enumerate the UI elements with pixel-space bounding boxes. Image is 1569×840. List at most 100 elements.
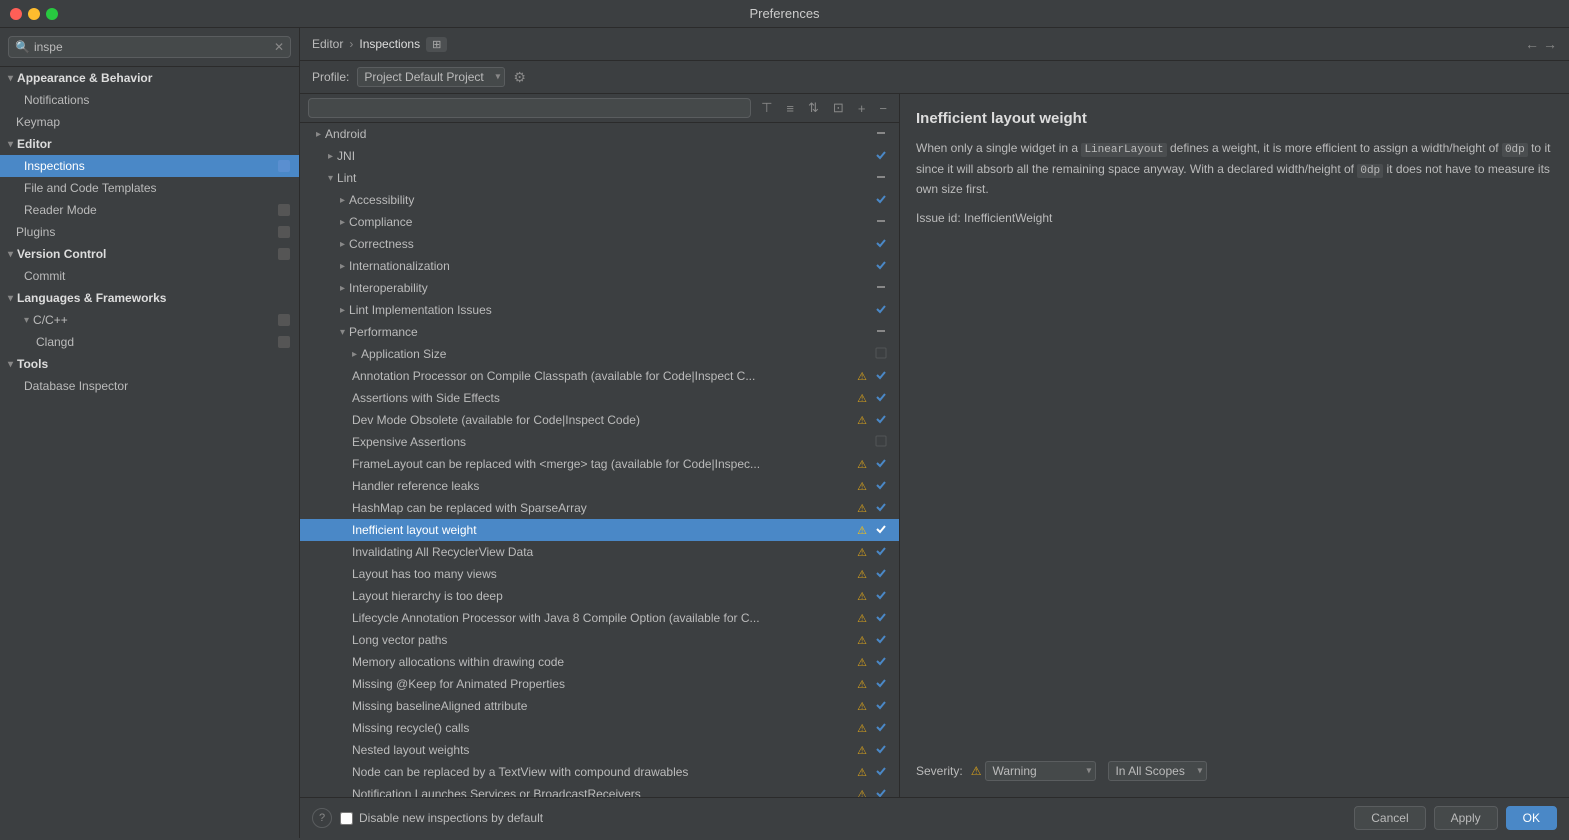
search-input-wrap[interactable]: 🔍 ✕ (8, 36, 291, 58)
list-item[interactable]: ▾ Lint (300, 167, 899, 189)
warning-icon: ⚠ (857, 634, 867, 647)
filter-input-wrap[interactable] (308, 98, 751, 118)
sidebar-item-editor[interactable]: ▾ Editor (0, 133, 299, 155)
minimize-button[interactable] (28, 8, 40, 20)
profile-select[interactable]: Project Default Project (357, 67, 505, 87)
apply-button[interactable]: Apply (1434, 806, 1498, 830)
list-item[interactable]: ▸ Lint Implementation Issues (300, 299, 899, 321)
severity-label: Severity: (916, 764, 963, 778)
list-item[interactable]: Notification Launches Services or Broadc… (300, 783, 899, 797)
list-item[interactable]: ▸ Android (300, 123, 899, 145)
list-item[interactable]: ▸ Compliance (300, 211, 899, 233)
warning-icon: ⚠ (857, 744, 867, 757)
list-item[interactable]: Long vector paths ⚠ (300, 629, 899, 651)
cancel-button[interactable]: Cancel (1354, 806, 1425, 830)
sidebar-item-db-inspector[interactable]: Database Inspector (0, 375, 299, 397)
tab-pill[interactable]: ⊞ (426, 37, 447, 52)
list-item[interactable]: Missing baselineAligned attribute ⚠ (300, 695, 899, 717)
group-icon[interactable]: ⊡ (829, 98, 848, 118)
sidebar-item-cpp[interactable]: ▾ C/C++ (0, 309, 299, 331)
close-button[interactable] (10, 8, 22, 20)
sidebar-item-notifications[interactable]: Notifications (0, 89, 299, 111)
sidebar-item-clangd[interactable]: Clangd (0, 331, 299, 353)
back-arrow-icon[interactable]: ← (1525, 36, 1539, 52)
list-item[interactable]: Annotation Processor on Compile Classpat… (300, 365, 899, 387)
list-item[interactable]: Layout has too many views ⚠ (300, 563, 899, 585)
sidebar-item-keymap[interactable]: Keymap (0, 111, 299, 133)
severity-select-wrap: ⚠ Warning Error Info Weak Warning ▾ (971, 761, 1097, 781)
disable-inspections-checkbox[interactable] (340, 812, 353, 825)
list-item[interactable]: ▸ Interoperability (300, 277, 899, 299)
warning-icon: ⚠ (857, 590, 867, 603)
content-header: Editor › Inspections ⊞ ← → (300, 28, 1569, 61)
list-item[interactable]: Missing @Keep for Animated Properties ⚠ (300, 673, 899, 695)
sidebar-item-inspections[interactable]: Inspections (0, 155, 299, 177)
tree-pane: ⊤ ≡ ⇅ ⊡ + − ▸ Android (300, 94, 900, 797)
sidebar-item-version-control[interactable]: ▾ Version Control (0, 243, 299, 265)
filter-input[interactable] (315, 101, 744, 115)
list-item[interactable]: Invalidating All RecyclerView Data ⚠ (300, 541, 899, 563)
list-item[interactable]: Memory allocations within drawing code ⚠ (300, 651, 899, 673)
sidebar-item-commit[interactable]: Commit (0, 265, 299, 287)
cpp-badge (277, 313, 291, 327)
sidebar-search-input[interactable] (34, 40, 274, 54)
scope-select[interactable]: In All Scopes (1108, 761, 1207, 781)
ok-button[interactable]: OK (1506, 806, 1557, 830)
traffic-lights (10, 8, 58, 20)
list-item[interactable]: Expensive Assertions (300, 431, 899, 453)
filter-icon[interactable]: ⊤ (757, 98, 776, 118)
list-item[interactable]: Handler reference leaks ⚠ (300, 475, 899, 497)
list-item[interactable]: ▾ Performance (300, 321, 899, 343)
sidebar-item-file-templates[interactable]: File and Code Templates (0, 177, 299, 199)
list-item[interactable]: Lifecycle Annotation Processor with Java… (300, 607, 899, 629)
disable-inspections-checkbox-label[interactable]: Disable new inspections by default (340, 811, 543, 825)
scope-select-wrap: In All Scopes ▾ (1108, 761, 1207, 781)
severity-select[interactable]: Warning Error Info Weak Warning (985, 761, 1096, 781)
list-item[interactable]: Assertions with Side Effects ⚠ (300, 387, 899, 409)
warning-icon: ⚠ (857, 722, 867, 735)
list-item[interactable]: ▸ Application Size (300, 343, 899, 365)
sidebar-item-reader-mode[interactable]: Reader Mode (0, 199, 299, 221)
list-item[interactable]: FrameLayout can be replaced with <merge>… (300, 453, 899, 475)
warning-icon: ⚠ (857, 480, 867, 493)
list-item[interactable]: ▸ JNI (300, 145, 899, 167)
clear-icon[interactable]: ✕ (274, 40, 284, 54)
list-item[interactable]: Missing recycle() calls ⚠ (300, 717, 899, 739)
help-button[interactable]: ? (312, 808, 332, 828)
warning-icon: ⚠ (857, 568, 867, 581)
sidebar-item-tools[interactable]: ▾ Tools (0, 353, 299, 375)
sidebar-item-languages[interactable]: ▾ Languages & Frameworks (0, 287, 299, 309)
warning-icon: ⚠ (857, 788, 867, 798)
forward-arrow-icon[interactable]: → (1543, 36, 1557, 52)
profile-label: Profile: (312, 70, 349, 84)
list-item-selected[interactable]: Inefficient layout weight ⚠ (300, 519, 899, 541)
description-title: Inefficient layout weight (916, 110, 1553, 127)
chevron-down-icon: ▾ (8, 73, 13, 84)
list-item[interactable]: Layout hierarchy is too deep ⚠ (300, 585, 899, 607)
sidebar-item-plugins[interactable]: Plugins (0, 221, 299, 243)
list-item[interactable]: ▸ Accessibility (300, 189, 899, 211)
minus-icon[interactable]: − (875, 99, 891, 118)
vc-badge (277, 247, 291, 261)
expand-icon[interactable]: ⇅ (804, 98, 823, 118)
sidebar-item-appearance[interactable]: ▾ Appearance & Behavior (0, 67, 299, 89)
breadcrumb-inspections: Inspections (359, 37, 420, 51)
chevron-down-icon: ▾ (8, 249, 13, 260)
list-item[interactable]: HashMap can be replaced with SparseArray… (300, 497, 899, 519)
footer-left: ? Disable new inspections by default (312, 808, 543, 828)
footer: ? Disable new inspections by default Can… (300, 797, 1569, 838)
tree-toolbar: ⊤ ≡ ⇅ ⊡ + − (300, 94, 899, 123)
list-item[interactable]: Nested layout weights ⚠ (300, 739, 899, 761)
maximize-button[interactable] (46, 8, 58, 20)
gear-button[interactable]: ⚙ (513, 69, 526, 86)
warning-icon: ⚠ (857, 766, 867, 779)
list-item[interactable]: Node can be replaced by a TextView with … (300, 761, 899, 783)
window-title: Preferences (749, 6, 819, 21)
list-item[interactable]: Dev Mode Obsolete (available for Code|In… (300, 409, 899, 431)
list-item[interactable]: ▸ Correctness (300, 233, 899, 255)
sidebar: 🔍 ✕ ▾ Appearance & Behavior Notification… (0, 28, 300, 838)
warning-badge-icon: ⚠ (971, 764, 982, 778)
sort-icon[interactable]: ≡ (782, 99, 798, 118)
add-icon[interactable]: + (854, 99, 870, 118)
list-item[interactable]: ▸ Internationalization (300, 255, 899, 277)
